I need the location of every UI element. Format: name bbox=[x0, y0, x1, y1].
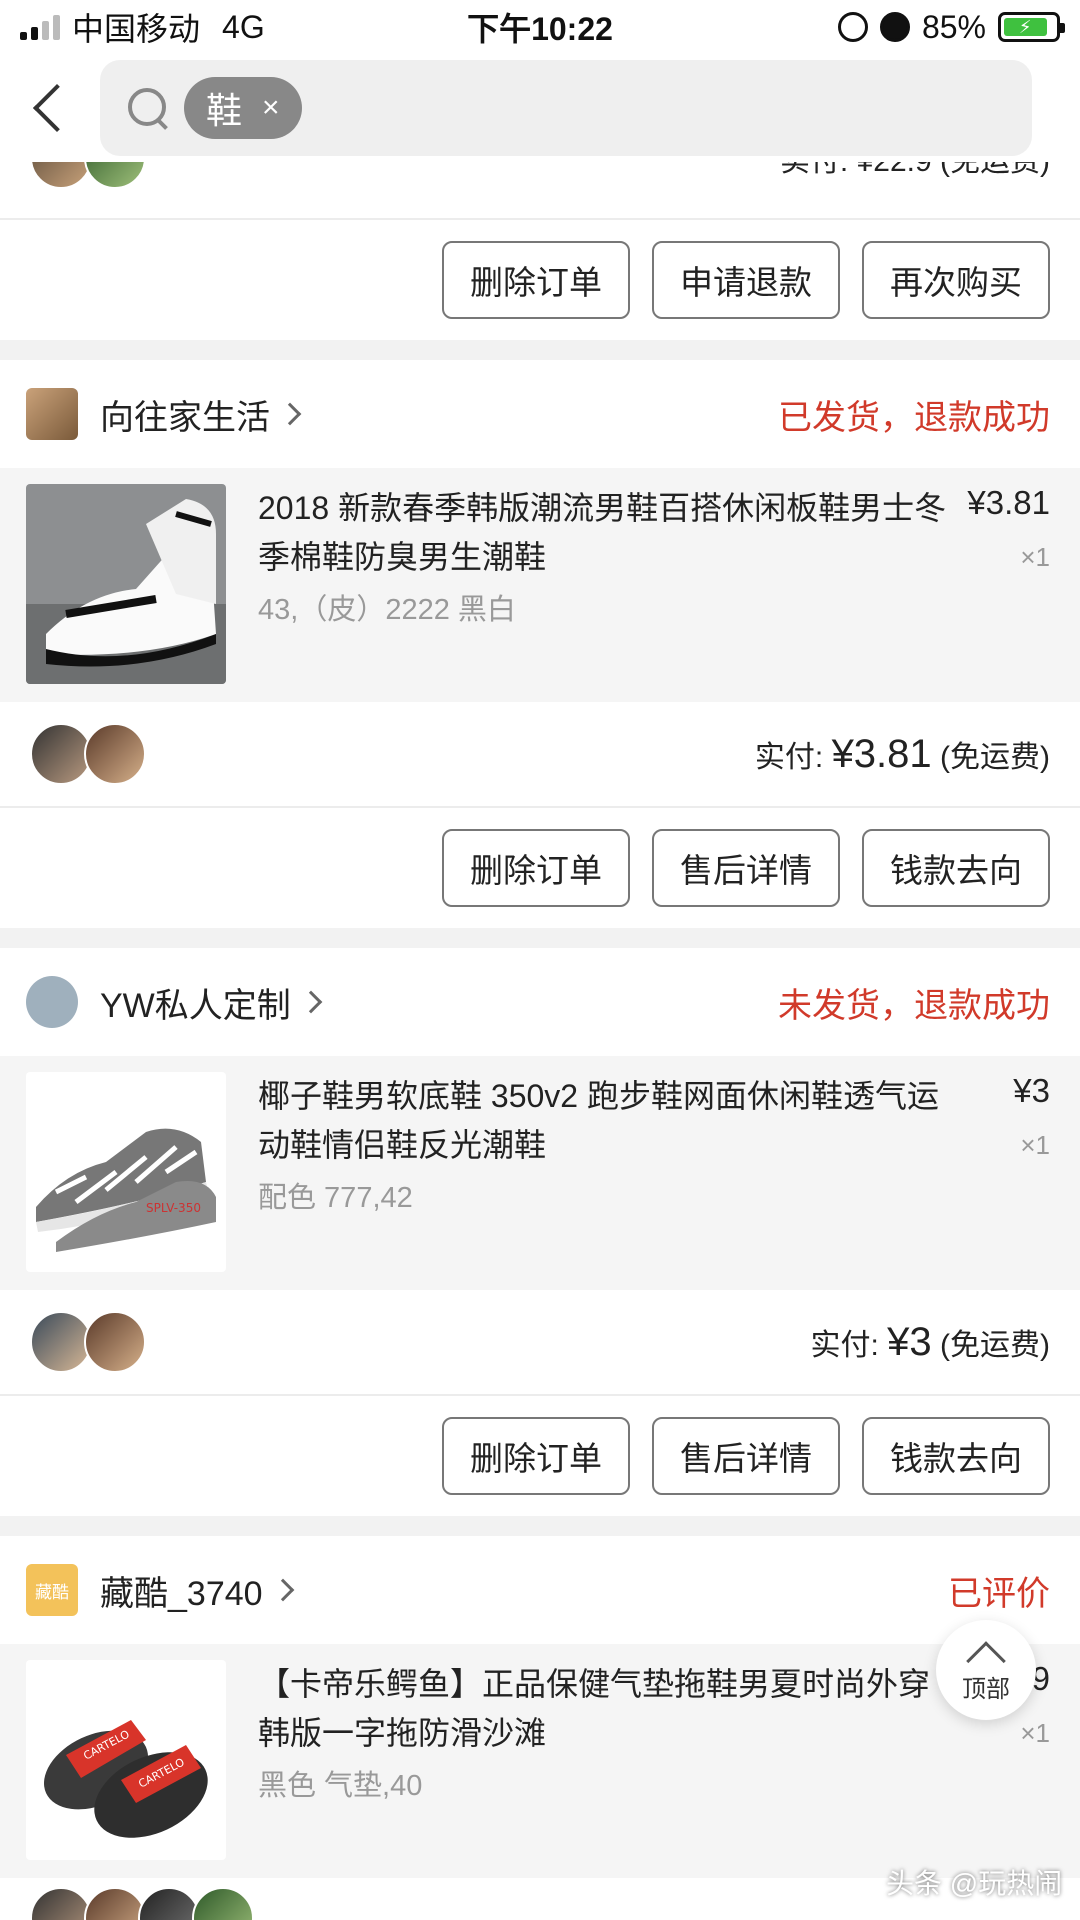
delete-order-button[interactable]: 删除订单 bbox=[442, 241, 630, 319]
delete-order-button[interactable]: 删除订单 bbox=[442, 829, 630, 907]
avatar bbox=[30, 1887, 92, 1920]
product-quantity: ×1 bbox=[1020, 1130, 1050, 1160]
search-tag-label: 鞋 bbox=[206, 90, 243, 131]
close-icon[interactable]: × bbox=[262, 91, 280, 125]
order-item[interactable]: SPLV-350 椰子鞋男软底鞋 350v2 跑步鞋网面休闲鞋透气运动鞋情侣鞋反… bbox=[0, 1056, 1080, 1290]
product-spec: 黑色 气垫,40 bbox=[258, 1770, 423, 1802]
network-type: 4G bbox=[222, 8, 265, 45]
refund-tracking-button[interactable]: 钱款去向 bbox=[862, 1417, 1050, 1495]
order-item[interactable]: CARTELO CARTELO 【卡帝乐鳄鱼】正品保健气垫拖鞋男夏时尚外穿韩版一… bbox=[0, 1644, 1080, 1878]
avatar bbox=[192, 1887, 254, 1920]
avatar bbox=[30, 162, 92, 189]
order-shop-header[interactable]: 藏酷 藏酷_3740 已评价 bbox=[0, 1536, 1080, 1644]
order-shop-header[interactable]: YW私人定制 未发货，退款成功 bbox=[0, 948, 1080, 1056]
shop-name: YW私人定制 bbox=[100, 986, 291, 1025]
avatar bbox=[84, 162, 146, 189]
order-pay-row: 实付: ¥3 (免运费) bbox=[0, 1290, 1080, 1394]
avatar bbox=[138, 1887, 200, 1920]
product-image bbox=[26, 484, 226, 684]
pay-total: 实付: ¥22.9 (免运费) bbox=[780, 162, 1050, 180]
avatar bbox=[84, 723, 146, 785]
pay-total: 实付: ¥3.81 (免运费) bbox=[754, 731, 1050, 776]
rotation-lock-icon bbox=[837, 12, 868, 42]
chevron-right-icon bbox=[278, 402, 302, 426]
shop-name: 向往家生活 bbox=[100, 398, 270, 437]
product-spec: 43,（皮）2222 黑白 bbox=[258, 594, 516, 626]
status-bar: 中国移动 4G 下午10:22 85% ⚡ bbox=[0, 0, 1080, 54]
search-tag-chip[interactable]: 鞋 × bbox=[184, 77, 302, 139]
shop-name: 藏酷_3740 bbox=[100, 1574, 263, 1613]
avatar bbox=[84, 1311, 146, 1373]
search-icon bbox=[126, 86, 170, 130]
avatar bbox=[30, 1311, 92, 1373]
search-input[interactable]: 鞋 × bbox=[100, 60, 1032, 156]
order-shop-header[interactable]: 向往家生活 已发货，退款成功 bbox=[0, 360, 1080, 468]
order-search-page: 中国移动 4G 下午10:22 85% ⚡ 鞋 × 实付: ¥22. bbox=[0, 0, 1080, 1920]
product-quantity: ×1 bbox=[1020, 1718, 1050, 1748]
chevron-left-icon bbox=[32, 83, 82, 133]
order-status: 已发货，退款成功 bbox=[778, 398, 1050, 437]
previous-order-actions: 删除订单 申请退款 再次购买 bbox=[0, 220, 1080, 340]
refund-tracking-button[interactable]: 钱款去向 bbox=[862, 829, 1050, 907]
buy-again-button[interactable]: 再次购买 bbox=[862, 241, 1050, 319]
pay-total: 实付: ¥3 (免运费) bbox=[810, 1319, 1051, 1364]
product-spec: 配色 777,42 bbox=[258, 1182, 413, 1214]
after-sale-detail-button[interactable]: 售后详情 bbox=[652, 829, 840, 907]
back-to-top-button[interactable]: 顶部 bbox=[936, 1620, 1036, 1720]
alarm-icon bbox=[879, 12, 910, 42]
signal-icon bbox=[20, 14, 60, 40]
shop-logo bbox=[26, 388, 78, 440]
carrier: 中国移动 bbox=[72, 11, 201, 47]
svg-text:SPLV-350: SPLV-350 bbox=[146, 1201, 201, 1215]
avatar bbox=[84, 1887, 146, 1920]
product-title: 2018 新款春季韩版潮流男鞋百搭休闲板鞋男士冬季棉鞋防臭男生潮鞋 bbox=[258, 490, 947, 575]
shop-logo bbox=[26, 976, 78, 1028]
order-status: 已评价 bbox=[948, 1574, 1050, 1613]
apply-refund-button[interactable]: 申请退款 bbox=[652, 241, 840, 319]
avatar bbox=[30, 723, 92, 785]
product-quantity: ×1 bbox=[1020, 542, 1050, 572]
previous-order-pay-row: 实付: ¥22.9 (免运费) bbox=[0, 162, 1080, 218]
product-price: ¥3.81 bbox=[967, 484, 1050, 521]
product-image: SPLV-350 bbox=[26, 1072, 226, 1272]
delete-order-button[interactable]: 删除订单 bbox=[442, 1417, 630, 1495]
order-status: 未发货，退款成功 bbox=[778, 986, 1050, 1025]
order-actions: 删除订单 售后详情 钱款去向 bbox=[0, 808, 1080, 928]
battery-icon: ⚡ bbox=[998, 12, 1065, 42]
after-sale-detail-button[interactable]: 售后详情 bbox=[652, 1417, 840, 1495]
product-image: CARTELO CARTELO bbox=[26, 1660, 226, 1860]
order-actions: 删除订单 售后详情 钱款去向 bbox=[0, 1396, 1080, 1516]
chevron-right-icon bbox=[271, 1578, 294, 1602]
order-item[interactable]: 2018 新款春季韩版潮流男鞋百搭休闲板鞋男士冬季棉鞋防臭男生潮鞋 43,（皮）… bbox=[0, 468, 1080, 702]
back-button[interactable] bbox=[0, 54, 100, 162]
watermark: 头条 @玩热闹 bbox=[886, 1868, 1063, 1899]
order-pay-row: 实付: ¥3.81 (免运费) bbox=[0, 702, 1080, 806]
battery-percent: 85% bbox=[921, 8, 986, 45]
chevron-right-icon bbox=[299, 990, 323, 1014]
product-title: 【卡帝乐鳄鱼】正品保健气垫拖鞋男夏时尚外穿韩版一字拖防滑沙滩 bbox=[258, 1666, 931, 1751]
shop-logo: 藏酷 bbox=[26, 1564, 78, 1616]
search-header: 鞋 × bbox=[0, 54, 1080, 162]
product-price: ¥3 bbox=[1013, 1072, 1050, 1109]
product-title: 椰子鞋男软底鞋 350v2 跑步鞋网面休闲鞋透气运动鞋情侣鞋反光潮鞋 bbox=[258, 1078, 939, 1163]
